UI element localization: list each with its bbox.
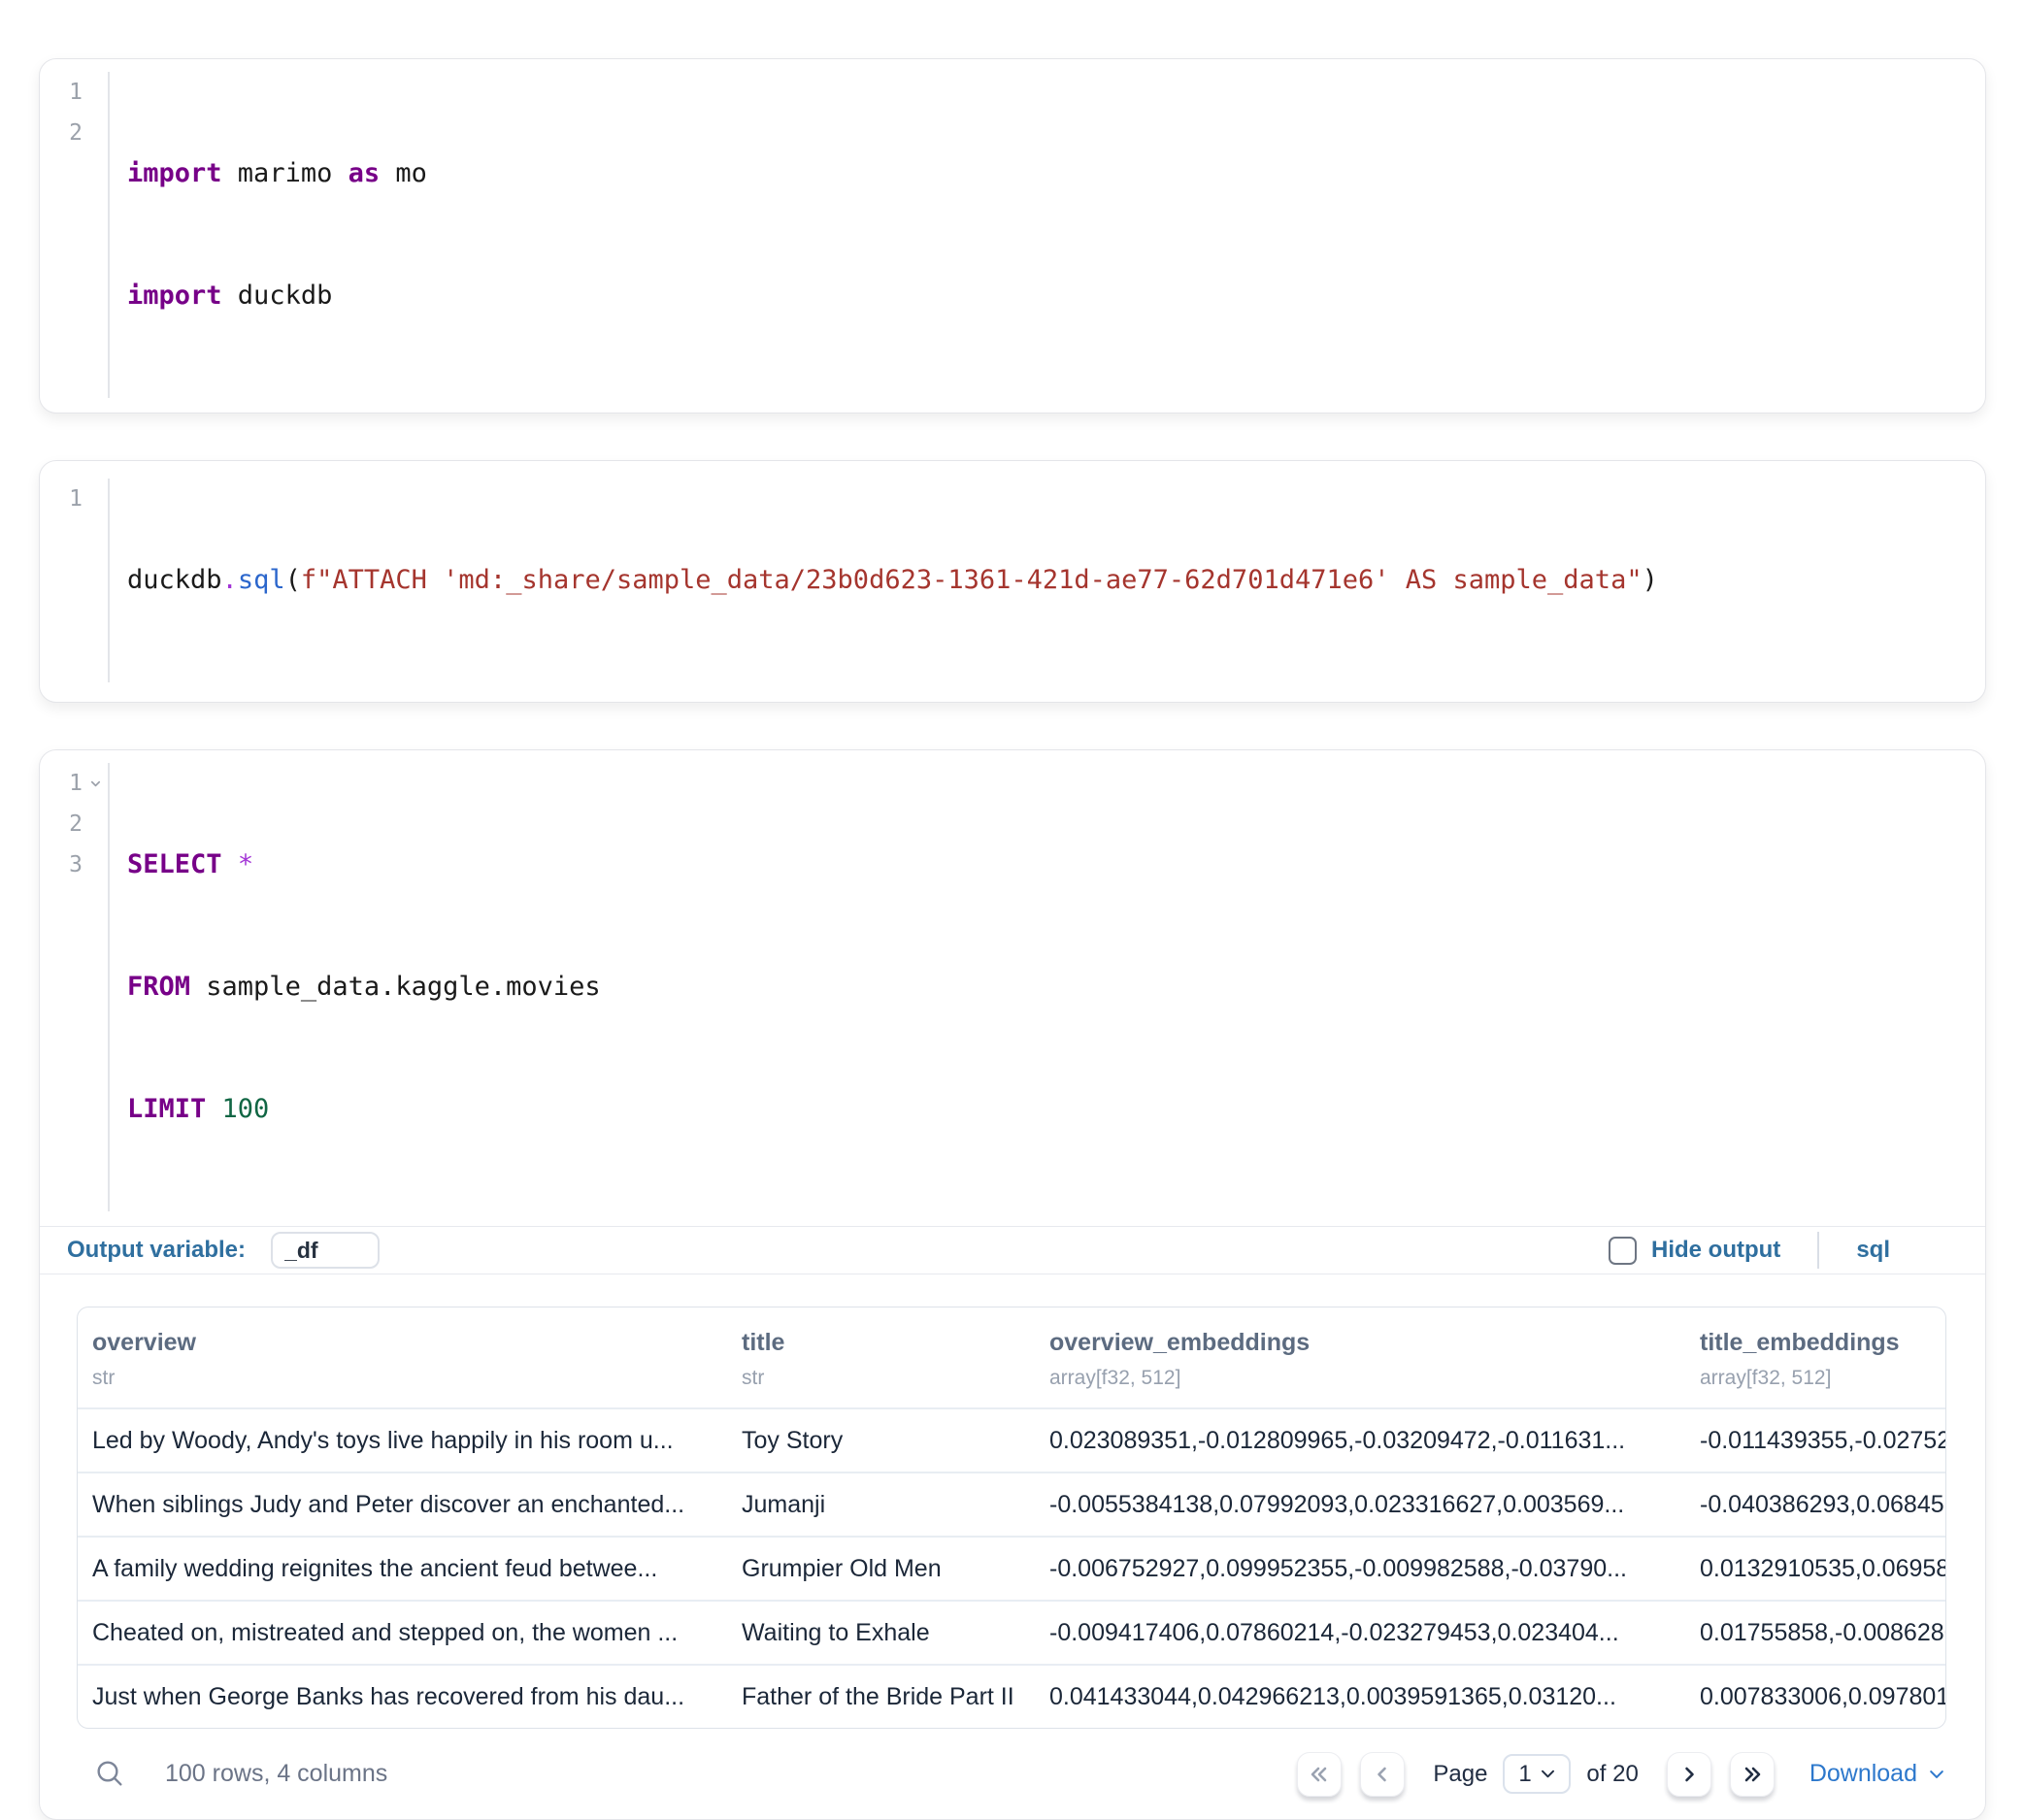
page-select[interactable]: 1 bbox=[1503, 1754, 1571, 1794]
cell-title-embeddings: 0.0132910535,0.06958 bbox=[1685, 1555, 1945, 1583]
cell-overview-embeddings: -0.0055384138,0.07992093,0.023316627,0.0… bbox=[1035, 1491, 1685, 1519]
table-row[interactable]: Cheated on, mistreated and stepped on, t… bbox=[78, 1600, 1945, 1664]
code-line: LIMIT 100 bbox=[127, 1089, 1985, 1130]
line-number: 2 bbox=[69, 804, 83, 844]
cell-title: Waiting to Exhale bbox=[727, 1619, 1035, 1647]
download-button[interactable]: Download bbox=[1809, 1760, 1946, 1788]
column-header-overview-embeddings[interactable]: overview_embeddings array[f32, 512] bbox=[1035, 1329, 1685, 1390]
cell-controls-bar: Output variable: Hide output sql bbox=[40, 1226, 1985, 1274]
code-editor-attach[interactable]: duckdb.sql(f"ATTACH 'md:_share/sample_da… bbox=[110, 479, 1985, 682]
cell-title: Grumpier Old Men bbox=[727, 1555, 1035, 1583]
table-row[interactable]: Just when George Banks has recovered fro… bbox=[78, 1664, 1945, 1728]
column-header-title[interactable]: title str bbox=[727, 1329, 1035, 1390]
column-type: array[f32, 512] bbox=[1049, 1367, 1685, 1390]
cell-title: Toy Story bbox=[727, 1427, 1035, 1455]
table-row[interactable]: A family wedding reignites the ancient f… bbox=[78, 1536, 1945, 1600]
chevron-down-icon bbox=[88, 777, 103, 791]
code-line: import marimo as mo bbox=[127, 153, 1985, 194]
next-page-button[interactable] bbox=[1667, 1752, 1711, 1797]
column-name: title_embeddings bbox=[1700, 1329, 1945, 1357]
chevron-left-icon bbox=[1371, 1763, 1394, 1786]
chevron-down-icon bbox=[1539, 1765, 1557, 1783]
column-header-title-embeddings[interactable]: title_embeddings array[f32, 512] bbox=[1685, 1329, 1945, 1390]
line-number: 1 bbox=[69, 479, 83, 519]
hide-output-checkbox[interactable] bbox=[1609, 1237, 1637, 1265]
chevrons-right-icon bbox=[1741, 1763, 1764, 1786]
page-label: Page bbox=[1433, 1761, 1487, 1788]
line-number-gutter: 1 2 bbox=[40, 72, 110, 398]
previous-page-button[interactable] bbox=[1360, 1752, 1405, 1797]
last-page-button[interactable] bbox=[1730, 1752, 1775, 1797]
column-name: overview bbox=[92, 1329, 727, 1357]
result-table: overview str title str overview_embeddin… bbox=[77, 1307, 1946, 1729]
cell-output-area: overview str title str overview_embeddin… bbox=[40, 1274, 1985, 1729]
chevrons-left-icon bbox=[1308, 1763, 1331, 1786]
line-number: 1 bbox=[69, 763, 83, 804]
cell-overview-embeddings: -0.006752927,0.099952355,-0.009982588,-0… bbox=[1035, 1555, 1685, 1583]
table-row[interactable]: Led by Woody, Andy's toys live happily i… bbox=[78, 1407, 1945, 1472]
column-name: title bbox=[742, 1329, 1035, 1357]
sql-cell: 1 2 3 SELECT * FROM sample_data.kaggle.m… bbox=[39, 749, 1986, 1820]
divider bbox=[1817, 1232, 1819, 1269]
cell-overview: Cheated on, mistreated and stepped on, t… bbox=[78, 1619, 727, 1647]
page-select-value: 1 bbox=[1518, 1761, 1539, 1788]
search-icon bbox=[94, 1758, 125, 1789]
cell-title-embeddings: -0.011439355,-0.02752 bbox=[1685, 1427, 1945, 1455]
code-editor-imports[interactable]: import marimo as mo import duckdb bbox=[110, 72, 1985, 398]
column-type: str bbox=[742, 1367, 1035, 1390]
hide-output-label: Hide output bbox=[1651, 1237, 1780, 1264]
column-header-overview[interactable]: overview str bbox=[78, 1329, 727, 1390]
code-line: duckdb.sql(f"ATTACH 'md:_share/sample_da… bbox=[127, 560, 1985, 601]
cell-title: Jumanji bbox=[727, 1491, 1035, 1519]
column-type: array[f32, 512] bbox=[1700, 1367, 1945, 1390]
code-line: import duckdb bbox=[127, 276, 1985, 316]
cell-overview: Led by Woody, Andy's toys live happily i… bbox=[78, 1427, 727, 1455]
line-number: 2 bbox=[69, 113, 83, 153]
cell-overview-embeddings: -0.009417406,0.07860214,-0.023279453,0.0… bbox=[1035, 1619, 1685, 1647]
cell-language-badge[interactable]: sql bbox=[1856, 1237, 1890, 1264]
cell-title-embeddings: 0.007833006,0.097801 bbox=[1685, 1683, 1945, 1711]
line-number: 1 bbox=[69, 72, 83, 113]
cell-title: Father of the Bride Part II bbox=[727, 1683, 1035, 1711]
cell-title-embeddings: 0.01755858,-0.0086286 bbox=[1685, 1619, 1945, 1647]
cell-overview-embeddings: 0.023089351,-0.012809965,-0.03209472,-0.… bbox=[1035, 1427, 1685, 1455]
line-number: 3 bbox=[69, 844, 83, 885]
first-page-button[interactable] bbox=[1297, 1752, 1342, 1797]
table-row[interactable]: When siblings Judy and Peter discover an… bbox=[78, 1472, 1945, 1536]
download-label: Download bbox=[1809, 1760, 1917, 1788]
cell-overview: When siblings Judy and Peter discover an… bbox=[78, 1491, 727, 1519]
chevron-down-icon bbox=[1927, 1765, 1946, 1784]
row-count-summary: 100 rows, 4 columns bbox=[165, 1760, 387, 1788]
pagination: Page 1 of 20 Download bbox=[1297, 1752, 1946, 1797]
search-button[interactable] bbox=[93, 1758, 126, 1791]
output-variable-input[interactable] bbox=[271, 1232, 380, 1269]
code-line: SELECT * bbox=[127, 844, 1985, 885]
output-variable-label: Output variable: bbox=[67, 1237, 246, 1264]
line-number-gutter: 1 2 3 bbox=[40, 763, 110, 1211]
cell-overview: Just when George Banks has recovered fro… bbox=[78, 1683, 727, 1711]
cell-overview: A family wedding reignites the ancient f… bbox=[78, 1555, 727, 1583]
code-line: FROM sample_data.kaggle.movies bbox=[127, 967, 1985, 1008]
code-editor-sql[interactable]: SELECT * FROM sample_data.kaggle.movies … bbox=[110, 763, 1985, 1211]
cell-overview-embeddings: 0.041433044,0.042966213,0.0039591365,0.0… bbox=[1035, 1683, 1685, 1711]
code-cell-imports: 1 2 import marimo as mo import duckdb bbox=[39, 58, 1986, 414]
line-number-gutter: 1 bbox=[40, 479, 110, 682]
total-pages-label: of 20 bbox=[1586, 1761, 1638, 1788]
chevron-right-icon bbox=[1677, 1763, 1701, 1786]
table-header-row: overview str title str overview_embeddin… bbox=[78, 1307, 1945, 1407]
column-type: str bbox=[92, 1367, 727, 1390]
code-fold-toggle[interactable] bbox=[83, 777, 108, 791]
cell-title-embeddings: -0.040386293,0.068451 bbox=[1685, 1491, 1945, 1519]
notebook: 1 2 import marimo as mo import duckdb 1 … bbox=[0, 0, 2025, 1820]
table-footer: 100 rows, 4 columns Page 1 of 20 bbox=[40, 1729, 1985, 1819]
column-name: overview_embeddings bbox=[1049, 1329, 1685, 1357]
code-cell-attach: 1 duckdb.sql(f"ATTACH 'md:_share/sample_… bbox=[39, 460, 1986, 703]
